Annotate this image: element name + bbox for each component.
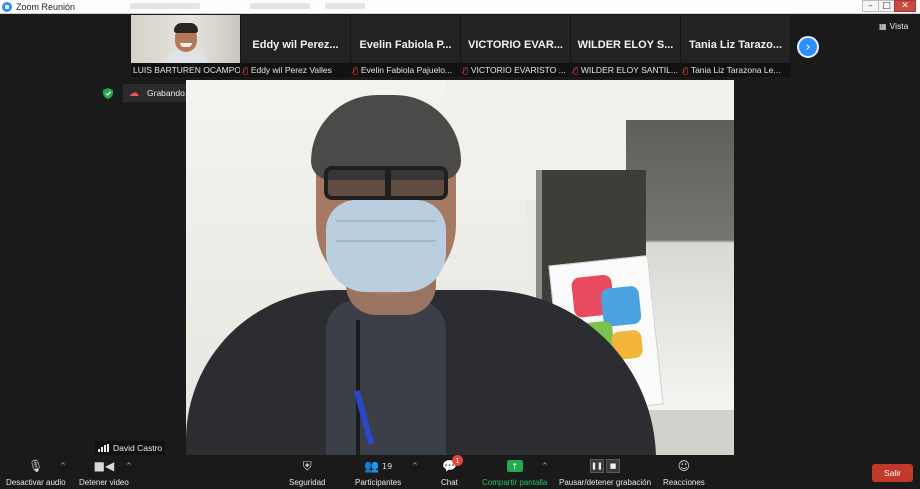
participant-tile-name: VICTORIO EVAR... (468, 39, 563, 51)
participants-label: Participantes (355, 478, 402, 487)
video-camera-icon: ■◀ (93, 459, 115, 473)
participant-tile-name: Eddy wil Perez... (252, 39, 339, 51)
participant-caption-text: LUIS BARTUREN OCAMPO (133, 65, 240, 75)
share-options-caret-icon[interactable]: ^ (542, 462, 548, 470)
participant-tile[interactable]: LUIS BARTUREN OCAMPO (131, 15, 241, 77)
zoom-meeting-window: Zoom Reunión – □ ✕ LUIS BARTUREN OCAMPO … (0, 0, 920, 489)
participant-tile-name: Evelin Fabiola P... (359, 39, 452, 51)
encryption-shield-icon[interactable] (103, 88, 113, 99)
connection-signal-icon (98, 444, 110, 452)
title-bar-blurred-text (130, 3, 200, 9)
participant-caption: 🎙̸ WILDER ELOY SANTIL... (571, 63, 680, 77)
chat-button[interactable]: 💬 1 Chat (441, 455, 463, 487)
participant-caption-text: Eddy wil Perez Valles (250, 65, 332, 75)
mute-audio-label: Desactivar audio (6, 478, 66, 487)
window-controls: – □ ✕ (862, 0, 916, 13)
active-speaker-video (186, 80, 734, 455)
stop-video-button[interactable]: ■◀ Detener video (79, 458, 129, 487)
participant-tile-name: WILDER ELOY S... (577, 39, 674, 51)
smiley-plus-icon: ☺ (677, 459, 691, 473)
mic-muted-icon: 🎙̸ (573, 65, 578, 75)
close-window-button[interactable]: ✕ (894, 0, 916, 12)
window-title: Zoom Reunión (16, 1, 76, 12)
view-button[interactable]: ▦ Vista (879, 21, 908, 31)
cloud-recording-icon: ☁ (129, 87, 139, 99)
participant-tile[interactable]: WILDER ELOY S... 🎙̸ WILDER ELOY SANTIL..… (571, 15, 681, 77)
meeting-toolbar: 🎙 Desactivar audio ^ ■◀ Detener video ^ … (0, 455, 920, 489)
participants-button[interactable]: 👥 19 Participantes (355, 458, 401, 487)
active-speaker-name: David Castro (113, 443, 163, 453)
view-label: Vista (889, 21, 909, 31)
participant-tile[interactable]: Tania Liz Tarazo... 🎙̸ Tania Liz Tarazon… (681, 15, 791, 77)
reactions-button[interactable]: ☺ Reacciones (663, 458, 705, 487)
participant-count: 19 (382, 461, 393, 471)
maximize-button[interactable]: □ (878, 0, 895, 12)
audio-options-caret-icon[interactable]: ^ (60, 462, 66, 470)
participant-strip: LUIS BARTUREN OCAMPO Eddy wil Perez... 🎙… (131, 15, 791, 77)
participants-icon: 👥 19 (364, 459, 393, 473)
chat-label: Chat (441, 478, 458, 487)
mic-muted-icon: 🎙̸ (683, 65, 688, 75)
share-screen-button[interactable]: ↑ Compartir pantalla (482, 458, 547, 487)
participant-caption-text: Evelin Fabiola Pajuelo... (360, 65, 453, 75)
security-button[interactable]: ⛨ Seguridad (289, 458, 326, 488)
active-speaker-name-tag: David Castro (95, 441, 166, 455)
participant-caption: LUIS BARTUREN OCAMPO (131, 63, 240, 77)
pause-stop-recording-button[interactable]: ❚❚ ■ Pausar/detener grabación (559, 458, 651, 487)
participant-caption-text: Tania Liz Tarazona Le... (690, 65, 781, 75)
participants-options-caret-icon[interactable]: ^ (412, 462, 418, 470)
chat-unread-badge: 1 (451, 455, 463, 466)
title-bar: Zoom Reunión – □ ✕ (0, 0, 920, 14)
mic-muted-icon: 🎙̸ (463, 65, 468, 75)
stop-video-label: Detener video (79, 478, 129, 487)
mute-audio-button[interactable]: 🎙 Desactivar audio (6, 458, 66, 487)
pause-stop-icon: ❚❚ ■ (590, 458, 621, 474)
participant-tile[interactable]: VICTORIO EVAR... 🎙̸ VICTORIO EVARISTO ..… (461, 15, 571, 77)
reactions-label: Reacciones (663, 478, 705, 487)
share-screen-label: Compartir pantalla (482, 478, 548, 487)
title-bar-blurred-text (325, 3, 365, 9)
participant-caption-text: VICTORIO EVARISTO ... (470, 65, 566, 75)
grid-icon: ▦ (879, 21, 887, 31)
share-screen-icon: ↑ (506, 458, 523, 474)
security-shield-icon: ⛨ (302, 458, 312, 473)
security-label: Seguridad (289, 478, 326, 487)
minimize-button[interactable]: – (862, 0, 879, 12)
video-options-caret-icon[interactable]: ^ (126, 462, 132, 470)
participant-caption-text: WILDER ELOY SANTIL... (580, 65, 678, 75)
participant-tile[interactable]: Evelin Fabiola P... 🎙̸ Evelin Fabiola Pa… (351, 15, 461, 77)
leave-meeting-button[interactable]: Salir (872, 464, 913, 482)
mic-muted-icon: 🎙̸ (243, 65, 248, 75)
mic-muted-icon: 🎙̸ (353, 65, 358, 75)
participant-caption: 🎙̸ VICTORIO EVARISTO ... (461, 63, 570, 77)
chat-icon: 💬 1 (442, 455, 463, 474)
title-bar-blurred-text (250, 3, 310, 9)
pause-stop-recording-label: Pausar/detener grabación (559, 478, 652, 487)
participant-tile-name: Tania Liz Tarazo... (688, 39, 783, 51)
participant-caption: 🎙̸ Evelin Fabiola Pajuelo... (351, 63, 460, 77)
participant-caption: 🎙̸ Eddy wil Perez Valles (241, 63, 350, 77)
participant-tile[interactable]: Eddy wil Perez... 🎙̸ Eddy wil Perez Vall… (241, 15, 351, 77)
zoom-app-icon (2, 1, 12, 12)
microphone-icon: 🎙 (28, 459, 44, 473)
participant-video-thumbnail (165, 23, 207, 65)
participant-caption: 🎙̸ Tania Liz Tarazona Le... (681, 63, 790, 77)
next-page-arrow-icon[interactable]: › (797, 36, 819, 58)
